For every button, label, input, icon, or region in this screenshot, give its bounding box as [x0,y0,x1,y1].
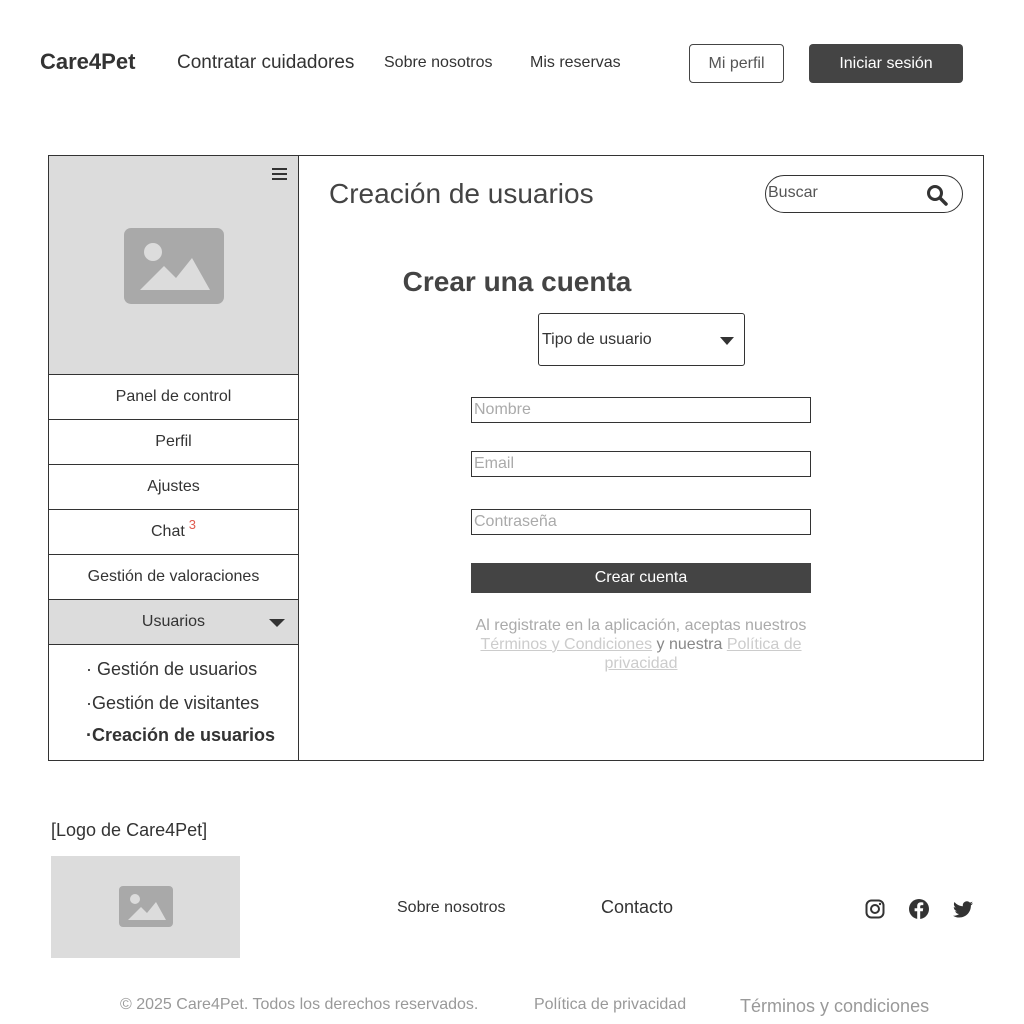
footer-about-link[interactable]: Sobre nosotros [397,899,506,917]
image-icon [119,886,173,927]
footer-logo-label: [Logo de Care4Pet] [51,820,208,840]
legal-prefix: Al registrate en la aplicación, aceptas … [475,617,807,634]
email-input[interactable] [472,452,810,476]
create-account-button[interactable]: Crear cuenta [471,563,811,593]
search-icon[interactable] [926,184,948,206]
sidebar-item-label: Ajustes [147,478,200,495]
terms-link[interactable]: Términos y Condiciones [480,636,652,653]
menu-icon[interactable] [272,168,287,182]
sidebar-item-settings[interactable]: Ajustes [49,465,298,510]
instagram-icon[interactable] [864,898,886,920]
facebook-icon[interactable] [908,898,930,920]
sidebar-item-label: Gestión de valoraciones [87,568,260,585]
nav-about-us[interactable]: Sobre nosotros [384,54,493,72]
name-input[interactable] [472,398,810,422]
user-type-value: Tipo de usuario [542,330,652,348]
submenu-visitor-management[interactable]: ·Gestión de visitantes [86,693,259,714]
search-input[interactable] [768,184,918,202]
login-button[interactable]: Iniciar sesión [809,44,963,83]
user-type-select[interactable]: Tipo de usuario [538,313,745,366]
page-title: Creación de usuarios [329,178,594,209]
name-field [471,397,811,423]
nav-my-bookings[interactable]: Mis reservas [530,54,621,72]
my-profile-button[interactable]: Mi perfil [689,44,784,83]
nav-hire-caregivers[interactable]: Contratar cuidadores [177,52,354,74]
form-heading: Crear una cuenta [402,266,632,297]
search-box [765,175,963,213]
password-input[interactable] [472,510,810,534]
main-panel: Panel de control Perfil Ajustes Chat 3 Ge… [48,155,984,761]
chat-unread-badge: 3 [188,516,197,532]
sidebar: Panel de control Perfil Ajustes Chat 3 Ge… [49,156,299,760]
sidebar-item-label: Panel de control [115,388,232,405]
email-field [471,451,811,477]
sidebar-item-label: Usuarios [141,613,206,630]
sidebar-item-users[interactable]: Usuarios [49,600,298,645]
footer-contact-link[interactable]: Contacto [601,897,673,918]
sidebar-item-chat[interactable]: Chat 3 [49,510,298,555]
chevron-down-icon [269,619,285,627]
sidebar-item-reviews[interactable]: Gestión de valoraciones [49,555,298,600]
brand-logo[interactable]: Care4Pet [40,49,135,75]
submenu-user-management[interactable]: · Gestión de usuarios [86,659,257,680]
submenu-user-creation[interactable]: ·Creación de usuarios [86,725,275,746]
password-field [471,509,811,535]
dropdown-arrow-icon [720,337,734,345]
sidebar-item-label: Perfil [155,433,192,450]
footer-logo-placeholder [51,856,240,958]
sidebar-item-profile[interactable]: Perfil [49,420,298,465]
sidebar-item-control-panel[interactable]: Panel de control [49,375,298,420]
legal-notice: Al registrate en la aplicación, aceptas … [461,616,821,673]
footer-terms-link[interactable]: Términos y condiciones [740,996,929,1017]
copyright-text: © 2025 Care4Pet. Todos los derechos rese… [120,996,479,1013]
footer-privacy-link[interactable]: Política de privacidad [534,996,686,1014]
legal-mid: y nuestra [656,636,723,653]
sidebar-item-label: Chat [150,523,185,540]
twitter-icon[interactable] [952,898,974,920]
